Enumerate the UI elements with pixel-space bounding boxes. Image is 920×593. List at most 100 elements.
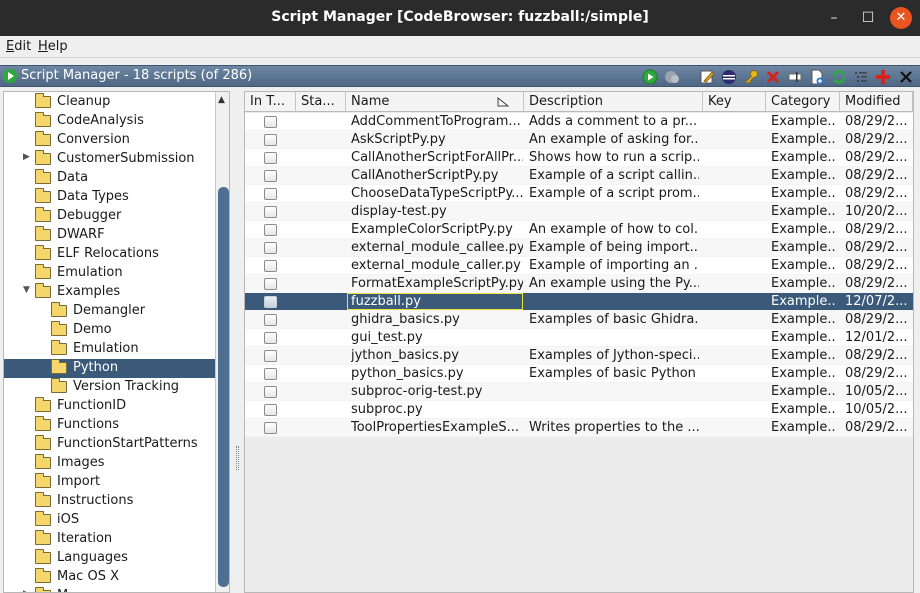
tree-item[interactable]: CodeAnalysis [4,112,216,131]
in-tool-checkbox[interactable] [264,224,277,236]
help-button[interactable] [874,68,892,85]
script-description [529,401,699,419]
script-category: Example... [771,330,837,345]
tree-item[interactable]: Debugger [4,207,216,226]
column-header-status[interactable]: Sta... [296,92,346,112]
refresh-button[interactable] [830,68,848,85]
script-category: Example... [771,294,837,309]
tree-item[interactable]: Instructions [4,492,216,511]
delete-script-button[interactable] [764,68,782,85]
run-script-button[interactable] [641,68,659,85]
tree-item[interactable]: ▶ M... [4,587,216,592]
table-row[interactable]: ghidra_basics.py Examples of basic Ghidra… [245,311,913,329]
category-tree[interactable]: Cleanup CodeAnalysis Conversion ▶ CustomerSu… [3,91,230,593]
menu-help[interactable]: Help [38,39,68,54]
tree-item[interactable]: Demangler [4,302,216,321]
in-tool-checkbox[interactable] [264,422,277,434]
in-tool-checkbox[interactable] [264,404,277,416]
table-row[interactable]: ExampleColorScriptPy.py An example of how… [245,221,913,239]
new-script-button[interactable] [808,68,826,85]
table-row[interactable]: CallAnotherScriptForAllPr... Shows how to… [245,149,913,167]
tree-item[interactable]: FunctionID [4,397,216,416]
column-header-in-tool[interactable]: In T... [245,92,296,112]
in-tool-checkbox[interactable] [264,170,277,182]
splitter-grip[interactable] [236,446,239,470]
tree-item[interactable]: iOS [4,511,216,530]
table-row[interactable]: external_module_callee.py Example of bein… [245,239,913,257]
tree-item[interactable]: Emulation [4,340,216,359]
close-panel-button[interactable] [897,68,915,85]
column-header-category[interactable]: Category [766,92,840,112]
tree-item[interactable]: Python [4,359,216,378]
tree-item[interactable]: ▶ CustomerSubmission [4,150,216,169]
in-tool-checkbox[interactable] [264,350,277,362]
expand-icon[interactable]: ▶ [23,589,33,592]
in-tool-checkbox[interactable] [264,368,277,380]
maximize-button[interactable]: ☐ [856,6,880,30]
table-row[interactable]: subproc.py Example... 10/05/2... [245,401,913,419]
table-row[interactable]: python_basics.py Examples of basic Python… [245,365,913,383]
tree-item[interactable]: Data Types [4,188,216,207]
table-row[interactable]: FormatExampleScriptPy.py An example using… [245,275,913,293]
tree-scroll-thumb[interactable] [218,187,229,587]
column-header-modified[interactable]: Modified [840,92,913,112]
tree-scrollbar[interactable]: ▲ [215,92,229,592]
collapse-icon[interactable]: ▼ [23,285,33,295]
in-tool-checkbox[interactable] [264,242,277,254]
edit-script-button[interactable] [698,68,716,85]
tree-item[interactable]: Mac OS X [4,568,216,587]
expand-icon[interactable]: ▶ [23,152,33,162]
table-row[interactable]: AddCommentToProgram... Adds a comment to … [245,113,913,131]
in-tool-checkbox[interactable] [264,332,277,344]
tree-item[interactable]: Data [4,169,216,188]
tree-item[interactable]: DWARF [4,226,216,245]
in-tool-checkbox[interactable] [264,278,277,290]
script-key [708,365,763,383]
tree-item[interactable]: Iteration [4,530,216,549]
table-row[interactable]: display-test.py Example... 10/20/2... [245,203,913,221]
in-tool-checkbox[interactable] [264,314,277,326]
tree-item[interactable]: Functions [4,416,216,435]
table-row[interactable]: CallAnotherScriptPy.py Example of a scrip… [245,167,913,185]
panel-splitter[interactable] [232,91,242,593]
tree-item[interactable]: Conversion [4,131,216,150]
in-tool-checkbox[interactable] [264,152,277,164]
in-tool-checkbox[interactable] [264,206,277,218]
table-row[interactable]: gui_test.py Example... 12/01/2... [245,329,913,347]
table-row[interactable]: AskScriptPy.py An example of asking for..… [245,131,913,149]
tree-item[interactable]: Images [4,454,216,473]
tree-item[interactable]: Demo [4,321,216,340]
in-tool-checkbox[interactable] [264,386,277,398]
tree-item[interactable]: Emulation [4,264,216,283]
tree-item[interactable]: Import [4,473,216,492]
minimize-button[interactable]: – [822,6,846,30]
scroll-up-icon[interactable]: ▲ [218,95,228,105]
close-window-button[interactable]: ✕ [890,7,912,29]
column-header-key[interactable]: Key [703,92,766,112]
tree-item[interactable]: Cleanup [4,93,216,112]
key-binding-button[interactable] [742,68,760,85]
table-row[interactable]: external_module_caller.py Example of impo… [245,257,913,275]
name-cell-focus[interactable] [347,293,523,310]
table-row[interactable]: ToolPropertiesExampleS... Writes properti… [245,419,913,437]
table-row[interactable]: subproc-orig-test.py Example... 10/05/2... [245,383,913,401]
in-tool-checkbox[interactable] [264,260,277,272]
tree-item[interactable]: FunctionStartPatterns [4,435,216,454]
column-header-description[interactable]: Description [524,92,703,112]
in-tool-checkbox[interactable] [264,296,277,308]
table-row[interactable]: fuzzball.py Example... 12/07/2... [245,293,913,311]
tree-item[interactable]: Languages [4,549,216,568]
in-tool-checkbox[interactable] [264,188,277,200]
menu-edit[interactable]: Edit [6,39,31,54]
run-last-script-button[interactable] [663,68,681,85]
tree-item[interactable]: Version Tracking [4,378,216,397]
tree-item[interactable]: ELF Relocations [4,245,216,264]
table-row[interactable]: jython_basics.py Examples of Jython-speci… [245,347,913,365]
rename-script-button[interactable] [786,68,804,85]
in-tool-checkbox[interactable] [264,134,277,146]
table-row[interactable]: ChooseDataTypeScriptPy... Example of a sc… [245,185,913,203]
script-directories-button[interactable] [852,68,870,85]
tree-item[interactable]: ▼ Examples [4,283,216,302]
edit-eclipse-button[interactable] [720,68,738,85]
in-tool-checkbox[interactable] [264,116,277,128]
